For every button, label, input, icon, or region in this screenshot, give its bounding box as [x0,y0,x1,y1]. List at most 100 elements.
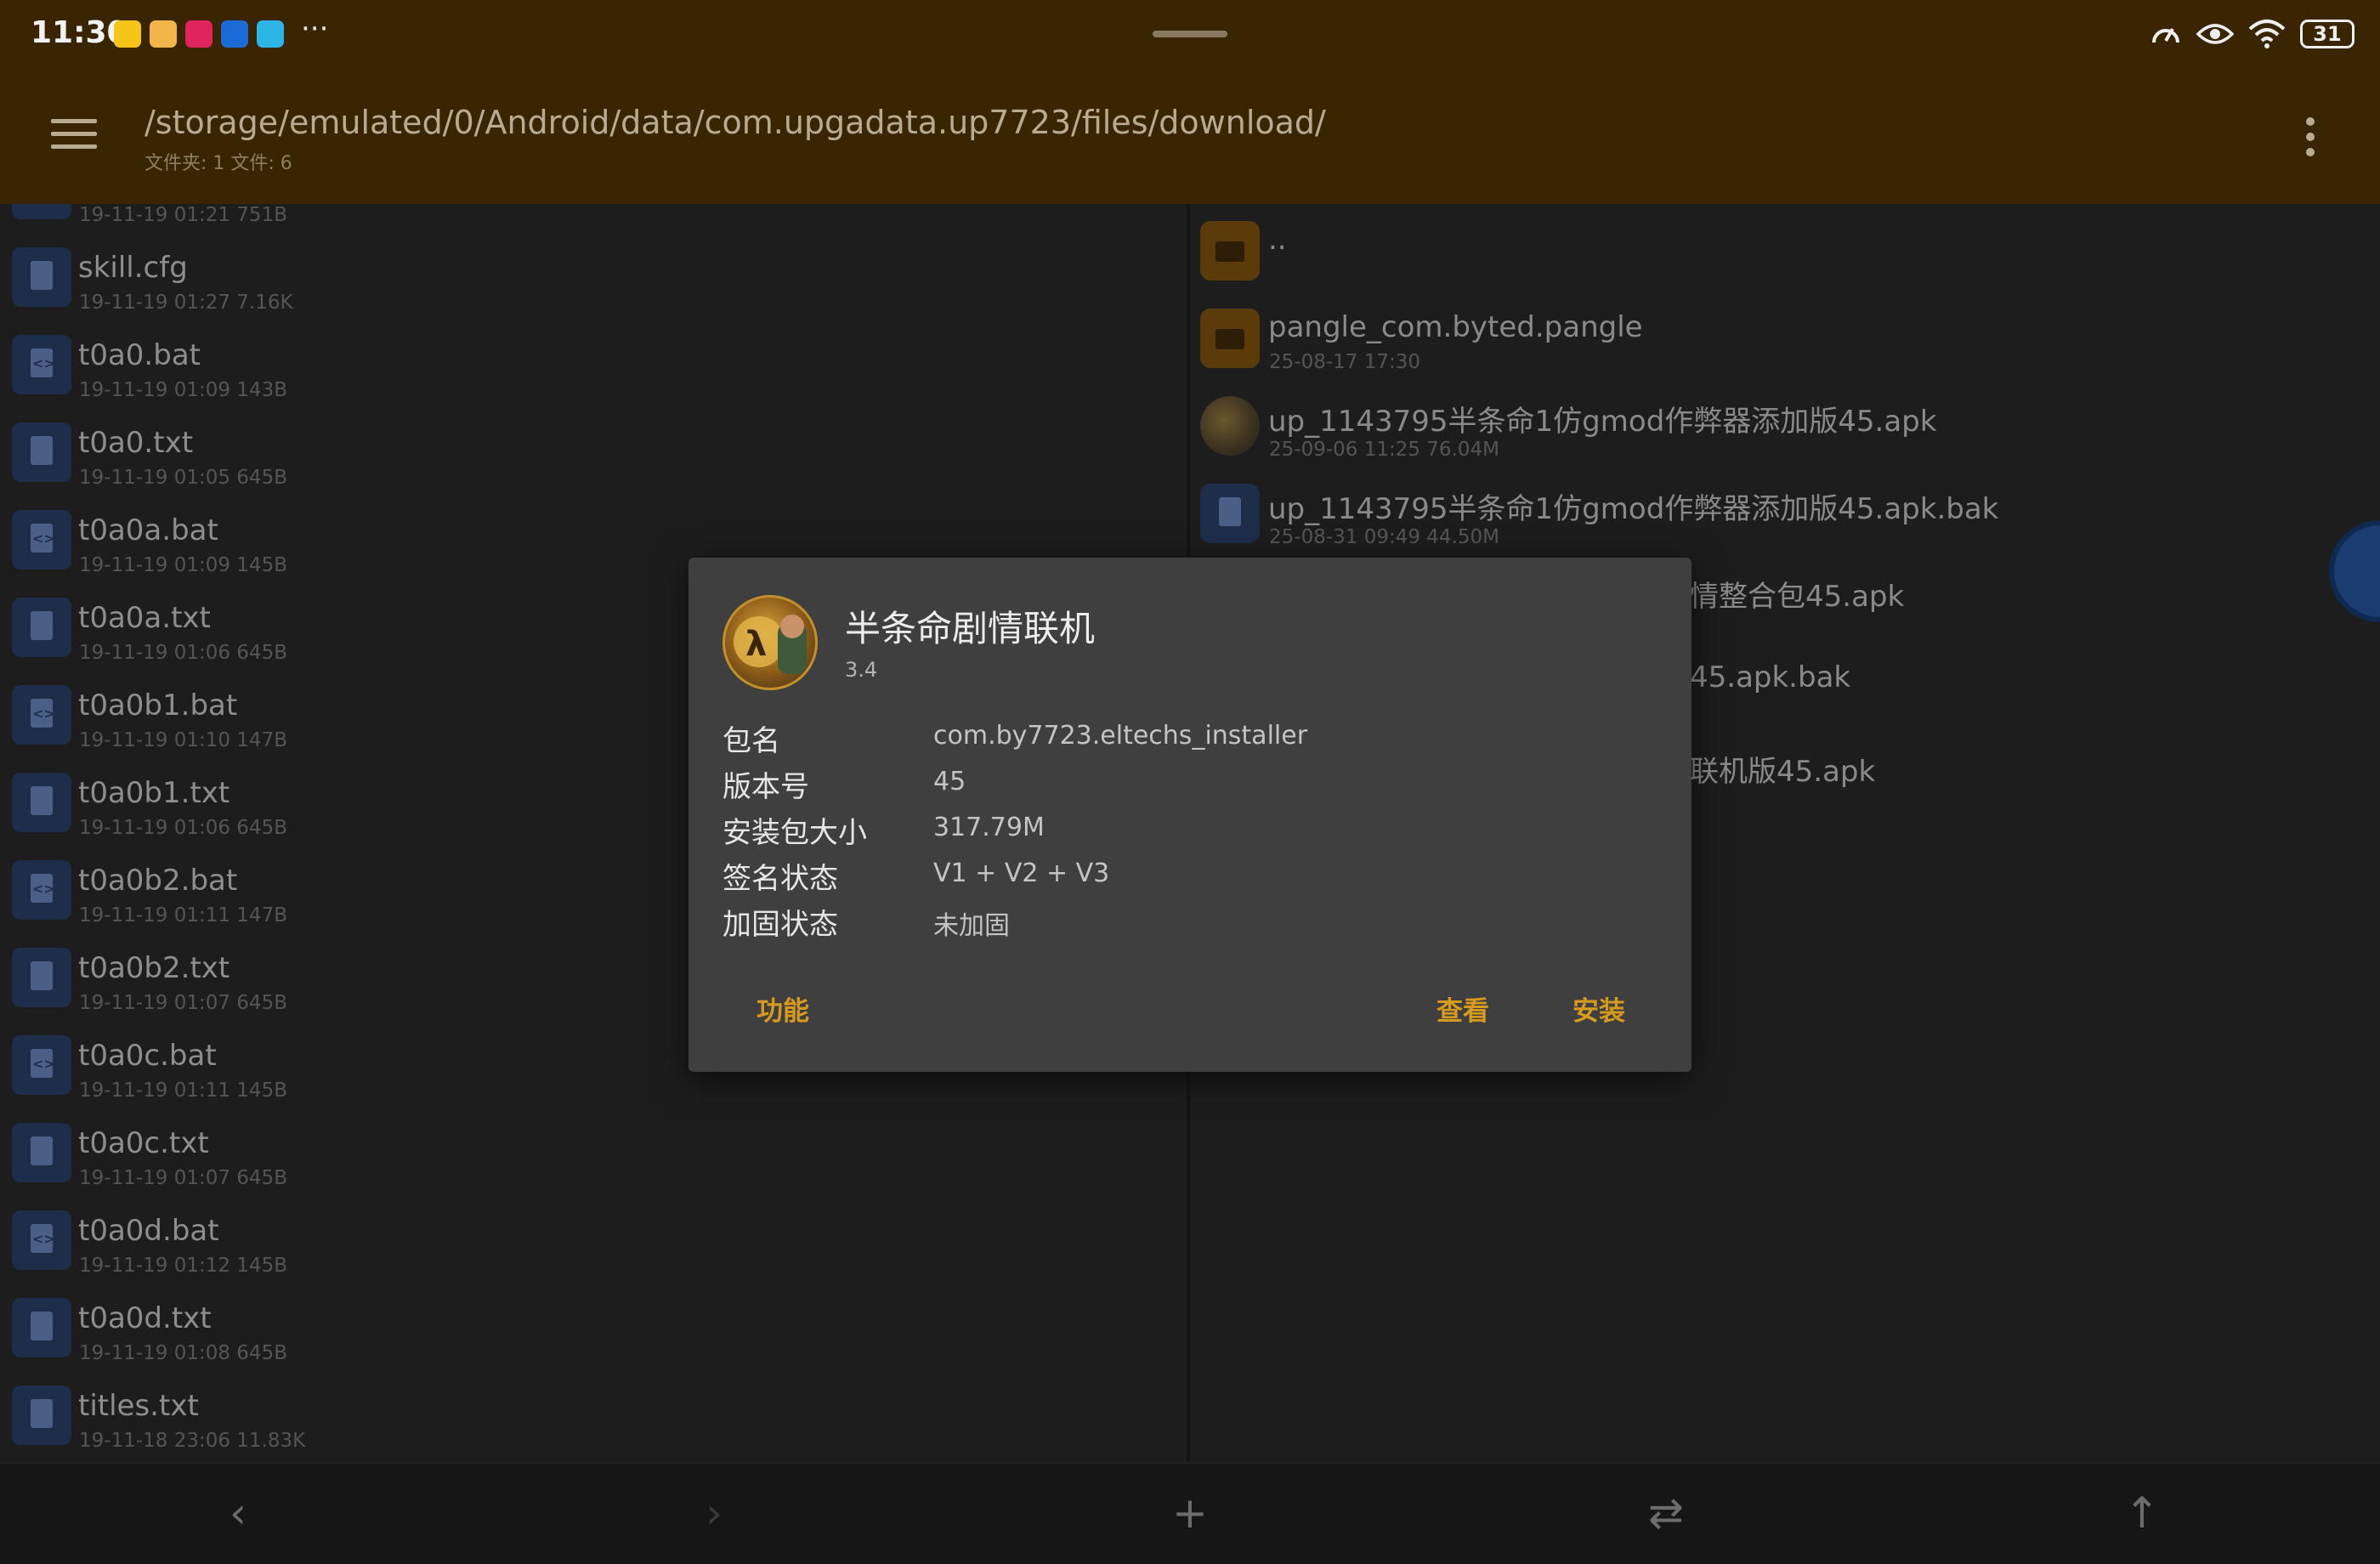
script-file-icon [12,1210,71,1270]
bottom-toolbar: ‹ › + ⇄ ↑ [0,1462,2380,1564]
app-notification-icon-4 [221,20,248,48]
file-name: t0a0c.bat [78,1039,217,1073]
file-meta: 19-11-19 01:21 751B [79,204,287,226]
info-row-package: 包名 com.by7723.eltechs_installer [722,717,1658,760]
document-file-icon [12,204,71,219]
file-row[interactable]: t0a0d.bat 19-11-19 01:12 145B [0,1195,1187,1283]
info-row-signature: 签名状态 V1 + V2 + V3 [722,855,1658,898]
app-notification-icon-5 [257,20,284,48]
half-life-lambda-icon: λ [734,615,807,674]
file-name: up_1143795半条命1仿gmod作弊器添加版45.apk [1268,405,1937,439]
folder-meta: 25-08-17 17:30 [1269,351,1420,373]
document-file-icon [12,773,71,832]
view-button[interactable]: 查看 [1436,989,1489,1028]
file-name: t0a0a.bat [78,513,218,547]
info-label: 包名 [722,724,780,758]
file-name: t0a0.bat [78,338,201,372]
file-name: 联机版45.apk [1690,755,1876,789]
file-meta: 19-11-19 01:09 143B [79,379,287,401]
file-name: up_1143795半条命1仿gmod作弊器添加版45.apk.bak [1268,492,1999,526]
battery-indicator: 31 [2300,20,2354,48]
file-name: t0a0d.bat [78,1214,219,1248]
file-name: titles.txt [78,1389,199,1423]
up-arrow-icon[interactable]: ↑ [2116,1488,2168,1538]
file-meta: 19-11-19 01:11 145B [79,1080,287,1102]
file-name: 情整合包45.apk [1690,580,1905,614]
script-file-icon [12,860,71,920]
apk-app-icon [1200,396,1260,456]
document-file-icon [12,1386,71,1445]
file-meta: 19-11-19 01:27 7.16K [79,292,293,314]
file-row[interactable]: skill.cfg 19-11-19 01:27 7.16K [0,232,1187,320]
install-button[interactable]: 安装 [1572,989,1625,1028]
script-file-icon [12,1035,71,1095]
swap-panes-icon[interactable]: ⇄ [1640,1488,1692,1538]
eye-comfort-icon [2196,24,2234,44]
document-file-icon [12,948,71,1007]
file-row[interactable]: up_1143795半条命1仿gmod作弊器添加版45.apk 25-09-06… [1190,379,2380,467]
more-vertical-icon[interactable] [2304,117,2317,156]
file-name: t0a0b2.txt [78,951,230,985]
file-name: 45.apk.bak [1690,660,1851,694]
file-name: t0a0.txt [78,426,194,460]
window-drag-handle[interactable] [1153,31,1227,37]
svg-text:λ: λ [745,625,767,664]
file-row[interactable]: up_1143795半条命1仿gmod作弊器添加版45.apk.bak 25-0… [1190,467,2380,554]
file-row[interactable]: t0a0c.txt 19-11-19 01:07 645B [0,1108,1187,1195]
folder-name: pangle_com.byted.pangle [1268,310,1643,344]
document-file-icon [12,1298,71,1357]
info-row-size: 安装包大小 317.79M [722,809,1658,852]
functions-button[interactable]: 功能 [756,989,809,1028]
file-meta: 19-11-19 01:06 645B [79,817,287,839]
file-row[interactable]: t0a0.bat 19-11-19 01:09 143B [0,320,1187,407]
app-name: 半条命剧情联机 [845,608,1096,649]
info-row-hardening: 加固状态 未加固 [722,901,1658,944]
file-name: t0a0b2.bat [78,864,238,898]
app-icon: λ [722,595,818,690]
script-file-icon [12,510,71,570]
app-notification-icon-3 [185,20,212,48]
file-name: t0a0c.txt [78,1126,209,1160]
file-meta: 19-11-19 01:09 145B [79,554,287,576]
folder-icon [1200,221,1260,280]
file-row[interactable]: titles.txt 19-11-18 23:06 11.83K [0,1370,1187,1458]
hamburger-menu-icon[interactable] [51,119,97,153]
file-manager-screen: 11:30 ··· 31 /storage/emulated/0/Android… [0,0,2380,1564]
info-label: 加固状态 [722,908,838,942]
parent-folder-row[interactable]: .. [1190,204,2380,292]
status-icons: 31 [2149,17,2354,51]
forward-arrow-icon[interactable]: › [688,1488,740,1538]
info-row-version-code: 版本号 45 [722,763,1658,806]
folder-row[interactable]: pangle_com.byted.pangle 25-08-17 17:30 [1190,292,2380,379]
file-name: t0a0a.txt [78,601,211,635]
add-icon[interactable]: + [1164,1488,1216,1538]
back-arrow-icon[interactable]: ‹ [212,1488,264,1538]
document-file-icon [12,247,71,307]
file-meta: 19-11-19 01:06 645B [79,642,287,664]
app-notification-icon-1 [114,20,141,48]
document-file-icon [1200,484,1260,543]
file-name: t0a0d.txt [78,1301,212,1335]
info-label: 签名状态 [722,862,838,896]
file-row[interactable]: 19-11-19 01:21 751B [0,204,1187,232]
info-label: 安装包大小 [722,816,867,850]
app-version: 3.4 [845,658,878,682]
folder-summary: 文件夹: 1 文件: 6 [144,153,292,174]
file-row[interactable]: t0a0.txt 19-11-19 01:05 645B [0,407,1187,495]
script-file-icon [12,685,71,745]
document-file-icon [12,598,71,657]
file-row[interactable]: t0a0d.txt 19-11-19 01:08 645B [0,1283,1187,1370]
notification-overflow-icon: ··· [301,12,329,46]
file-meta: 19-11-19 01:05 645B [79,467,287,489]
document-file-icon [12,1123,71,1182]
file-meta: 19-11-19 01:07 645B [79,992,287,1014]
wifi-icon [2248,20,2286,48]
apk-info-dialog: λ 半条命剧情联机 3.4 包名 com.by7723.eltechs_inst… [688,558,1692,1072]
info-value: V1 + V2 + V3 [933,858,1110,888]
info-value: 未加固 [933,911,1010,941]
file-meta: 19-11-19 01:12 145B [79,1255,287,1277]
file-name: t0a0b1.bat [78,688,238,722]
speed-indicator-icon [2152,28,2179,43]
app-header: 11:30 ··· 31 /storage/emulated/0/Android… [0,0,2380,204]
info-value: 317.79M [933,813,1045,842]
